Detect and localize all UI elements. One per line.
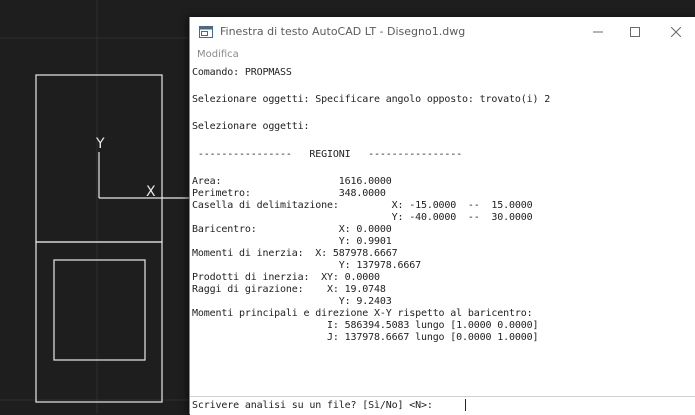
console-line: Area: 1616.0000: [192, 176, 392, 187]
console-line: Selezionare oggetti:: [192, 121, 310, 132]
console-line: Y: 137978.6667: [192, 260, 421, 271]
command-history[interactable]: Comando: PROPMASS Selezionare oggetti: S…: [190, 65, 695, 396]
ucs-y-label: Y: [95, 136, 105, 152]
console-line: Perimetro: 348.0000: [192, 188, 386, 199]
maximize-icon: [630, 27, 640, 37]
minimize-button[interactable]: [578, 21, 618, 43]
text-window-icon: [199, 26, 213, 38]
console-line: I: 586394.5083 lungo [1.0000 0.0000]: [192, 320, 539, 331]
console-line: Momenti principali e direzione X-Y rispe…: [192, 308, 533, 319]
console-line: Casella di delimitazione: X: -15.0000 --…: [192, 200, 533, 211]
text-window[interactable]: Finestra di testo AutoCAD LT - Disegno1.…: [189, 17, 695, 415]
console-line: Momenti di inerzia: X: 587978.6667: [192, 248, 398, 259]
ucs-x-label: X: [146, 184, 156, 200]
console-line: J: 137978.6667 lungo [0.0000 1.0000]: [192, 332, 539, 343]
console-line: Selezionare oggetti: Specificare angolo …: [192, 94, 551, 105]
text-cursor: [465, 399, 466, 411]
console-line: Y: 0.9901: [192, 236, 392, 247]
console-line: Prodotti di inerzia: XY: 0.0000: [192, 272, 380, 283]
title-bar[interactable]: Finestra di testo AutoCAD LT - Disegno1.…: [190, 17, 695, 47]
command-line[interactable]: Scrivere analisi su un file? [Sì/No] <N>…: [190, 396, 695, 415]
console-line: Y: 9.2403: [192, 296, 392, 307]
console-line: ---------------- REGIONI ---------------…: [192, 149, 463, 160]
console-line: Raggi di girazione: X: 19.0748: [192, 284, 386, 295]
close-icon: [671, 27, 681, 37]
menu-bar: Modifica: [190, 47, 695, 65]
console-line: Baricentro: X: 0.0000: [192, 224, 392, 235]
menu-item-modifica[interactable]: Modifica: [197, 49, 239, 60]
close-button[interactable]: [656, 21, 695, 43]
maximize-button[interactable]: [615, 21, 655, 43]
command-prompt: Scrivere analisi su un file? [Sì/No] <N>…: [192, 400, 433, 411]
window-title: Finestra di testo AutoCAD LT - Disegno1.…: [220, 25, 466, 38]
minimize-icon: [593, 31, 603, 33]
console-line: Comando: PROPMASS: [192, 67, 292, 78]
console-line: Y: -40.0000 -- 30.0000: [192, 212, 533, 223]
